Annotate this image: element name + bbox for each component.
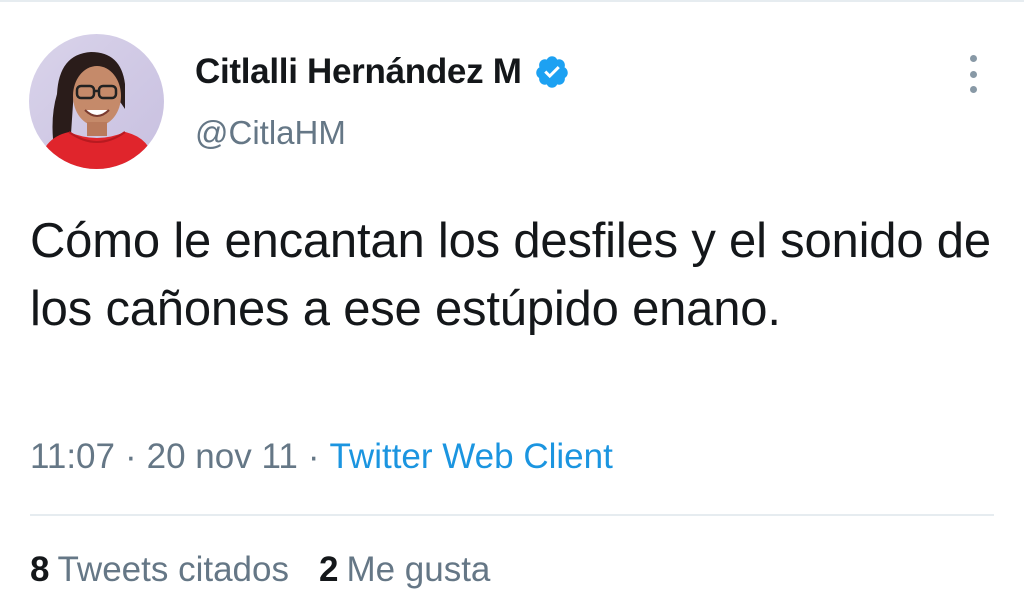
quote-tweets-stat[interactable]: 8 Tweets citados xyxy=(30,550,289,590)
quote-tweets-label: Tweets citados xyxy=(57,550,289,589)
tweet-detail: Citlalli Hernández M @CitlaHM Cómo le en… xyxy=(0,0,1024,605)
author-display-name: Citlalli Hernández M xyxy=(195,52,522,91)
top-border xyxy=(0,0,1024,2)
more-options-icon[interactable] xyxy=(957,55,989,93)
avatar-photo-icon xyxy=(29,34,164,169)
more-dot-icon xyxy=(969,86,977,93)
tweet-source-link[interactable]: Twitter Web Client xyxy=(329,437,612,477)
likes-stat[interactable]: 2 Me gusta xyxy=(319,550,490,590)
tweet-stats: 8 Tweets citados 2 Me gusta xyxy=(30,550,520,590)
more-dot-icon xyxy=(969,70,977,78)
more-dot-icon xyxy=(969,55,977,62)
meta-separator: · xyxy=(307,437,320,476)
author-name-row[interactable]: Citlalli Hernández M xyxy=(195,50,570,94)
verified-badge-icon xyxy=(534,54,570,90)
likes-count: 2 xyxy=(318,550,339,589)
tweet-time[interactable]: 11:07 xyxy=(30,437,115,477)
meta-separator: · xyxy=(125,437,137,476)
author-handle[interactable]: @CitlaHM xyxy=(195,114,346,152)
author-avatar[interactable] xyxy=(29,34,164,169)
likes-label: Me gusta xyxy=(346,550,491,589)
tweet-metadata: 11:07 · 20 nov 11 · Twitter Web Client xyxy=(30,437,613,477)
tweet-date[interactable]: 20 nov 11 xyxy=(147,437,298,477)
divider xyxy=(30,514,994,516)
tweet-text: Cómo le encantan los desfiles y el sonid… xyxy=(30,214,991,336)
quote-tweets-count: 8 xyxy=(30,550,50,589)
